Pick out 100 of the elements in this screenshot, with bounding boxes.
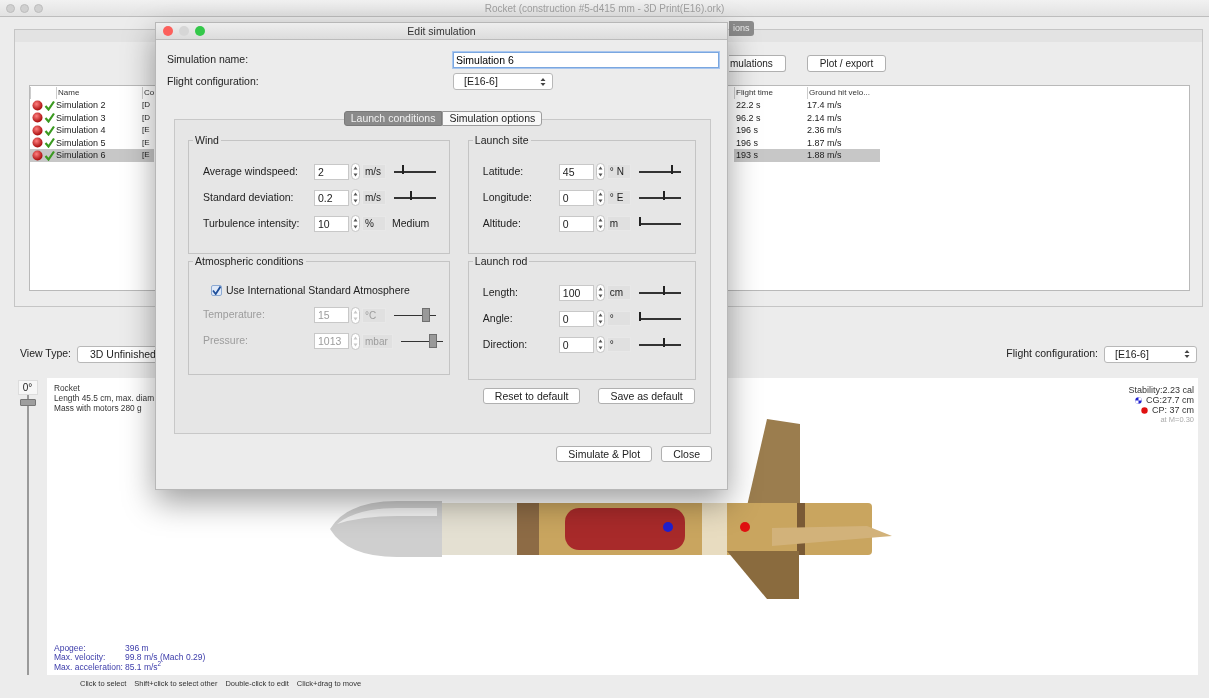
sphere-icon bbox=[32, 112, 43, 124]
stat-label: Max. acceleration: bbox=[54, 662, 124, 672]
number-field[interactable]: 0 bbox=[558, 310, 594, 327]
table-cell-text: [D bbox=[142, 99, 151, 111]
number-field[interactable]: 45 bbox=[558, 163, 594, 180]
stat-label: Max. velocity: bbox=[54, 653, 107, 663]
column-header: Flight time bbox=[734, 87, 807, 99]
checkmark-icon bbox=[212, 286, 221, 296]
spinner-button[interactable] bbox=[595, 336, 605, 353]
number-field[interactable]: 2 bbox=[314, 163, 349, 180]
stat-label: Apogee: bbox=[54, 643, 86, 653]
spinner-button[interactable] bbox=[595, 284, 605, 301]
field-label: Angle: bbox=[482, 310, 514, 326]
simulation-name-field[interactable]: Simulation 6 bbox=[453, 52, 719, 68]
number-field[interactable]: 0 bbox=[558, 336, 594, 353]
number-field[interactable]: 0 bbox=[558, 189, 594, 206]
flight-configuration-select[interactable]: [E16-6] bbox=[1104, 345, 1197, 363]
check-icon bbox=[44, 112, 55, 124]
cp-marker-icon bbox=[1141, 406, 1148, 414]
number-field[interactable]: 0.2 bbox=[314, 189, 349, 206]
spinner-button[interactable] bbox=[595, 215, 605, 232]
spinner-button[interactable] bbox=[351, 163, 360, 180]
table-cell-text: [E bbox=[142, 124, 151, 136]
field-label: Temperature: bbox=[203, 307, 266, 323]
spinner-button[interactable] bbox=[595, 310, 605, 327]
field-label: Turbulence intensity: bbox=[203, 215, 301, 231]
unit-label: m bbox=[606, 216, 631, 231]
dialog-button[interactable]: Save as default bbox=[598, 388, 695, 404]
cg-text: CG:27.7 cm bbox=[1146, 395, 1194, 405]
slider-thumb[interactable] bbox=[662, 338, 665, 347]
checkbox[interactable] bbox=[211, 285, 222, 297]
number-field: 15 bbox=[314, 307, 349, 324]
table-cell-text: 17.4 m/s bbox=[807, 99, 843, 112]
toolbar-button[interactable]: Plot / export bbox=[806, 55, 887, 72]
dialog-title: Edit simulation bbox=[407, 23, 476, 39]
slider-thumb[interactable] bbox=[638, 312, 641, 321]
spinner-button[interactable] bbox=[351, 215, 360, 232]
number-field[interactable]: 10 bbox=[314, 215, 349, 232]
updown-icon bbox=[1184, 349, 1190, 359]
table-cell-text: Simulation 3 bbox=[56, 111, 107, 124]
field-label: Standard deviation: bbox=[203, 189, 295, 205]
field-label: Simulation name: bbox=[167, 52, 250, 68]
flight-configuration-select[interactable]: [E16-6] bbox=[453, 73, 553, 90]
table-cell-text: 22.2 s bbox=[735, 99, 762, 112]
rotation-slider[interactable] bbox=[19, 395, 36, 675]
dialog-button[interactable]: Close bbox=[661, 446, 712, 462]
field-label: Length: bbox=[482, 284, 519, 300]
flight-configuration-label: Flight configuration: bbox=[1006, 346, 1098, 362]
unit-label: °C bbox=[362, 307, 386, 323]
table-cell: Simulation 6 bbox=[56, 149, 142, 162]
stat-value: 396 m bbox=[125, 642, 149, 653]
checkbox-label: Use International Standard Atmosphere bbox=[226, 283, 410, 298]
spinner-button[interactable] bbox=[351, 189, 360, 206]
cg-marker-icon bbox=[1135, 396, 1142, 404]
info-text: Rocket bbox=[54, 383, 81, 393]
slider-thumb[interactable] bbox=[662, 191, 665, 200]
table-cell-text: [D bbox=[142, 111, 151, 124]
group-title: Launch site bbox=[472, 134, 531, 147]
table-cell-text: 196 s bbox=[735, 124, 760, 137]
table-cell-text: 1.87 m/s bbox=[807, 136, 843, 149]
unit-label: ° bbox=[606, 337, 631, 352]
group-title: Wind bbox=[193, 134, 221, 147]
sphere-icon bbox=[32, 137, 43, 149]
unit-label: ° bbox=[606, 311, 631, 326]
unit-label: ° E bbox=[606, 190, 631, 205]
table-cell: 193 s bbox=[734, 149, 807, 162]
number-field[interactable]: 100 bbox=[558, 284, 594, 301]
field-label: Direction: bbox=[482, 336, 529, 352]
table-cell: 1.88 m/s bbox=[807, 149, 880, 162]
angle-readout: 0° bbox=[17, 380, 38, 395]
field-label: Flight configuration: bbox=[167, 73, 260, 89]
slider-thumb[interactable] bbox=[638, 217, 641, 226]
info-text: Length 45.5 cm, max. diam bbox=[54, 393, 155, 403]
table-cell-text: Simulation 5 bbox=[56, 136, 107, 149]
column-header: Name bbox=[56, 87, 142, 99]
unit-label: % bbox=[362, 216, 386, 231]
number-field[interactable]: 0 bbox=[558, 215, 594, 232]
field-label: Latitude: bbox=[482, 163, 525, 179]
tab[interactable]: Simulation options bbox=[442, 111, 543, 126]
dialog-button[interactable]: Simulate & Plot bbox=[556, 446, 653, 462]
unit-label: cm bbox=[606, 285, 631, 300]
field-label: Pressure: bbox=[203, 333, 249, 349]
sphere-icon bbox=[32, 149, 43, 161]
stat-value: 85.1 m/s$^{2}$ bbox=[125, 661, 162, 672]
slider-thumb[interactable] bbox=[670, 165, 673, 174]
intensity-text: Medium bbox=[392, 215, 430, 231]
check-icon bbox=[44, 124, 55, 136]
cp-text: CP: 37 cm bbox=[1152, 405, 1194, 415]
field-label: Altitude: bbox=[482, 215, 522, 231]
toolbar-button[interactable]: mulations bbox=[729, 55, 786, 72]
slider-thumb[interactable] bbox=[662, 286, 665, 295]
spinner-button[interactable] bbox=[595, 163, 605, 180]
unit-label: m/s bbox=[362, 190, 386, 205]
table-cell: [E bbox=[142, 149, 154, 162]
dialog-button[interactable]: Reset to default bbox=[482, 388, 581, 404]
table-cell-text: 2.36 m/s bbox=[807, 124, 843, 137]
check-icon bbox=[44, 137, 55, 149]
slider-thumb[interactable] bbox=[19, 399, 36, 406]
spinner-button[interactable] bbox=[595, 189, 605, 206]
table-cell-text: Simulation 4 bbox=[56, 124, 107, 137]
